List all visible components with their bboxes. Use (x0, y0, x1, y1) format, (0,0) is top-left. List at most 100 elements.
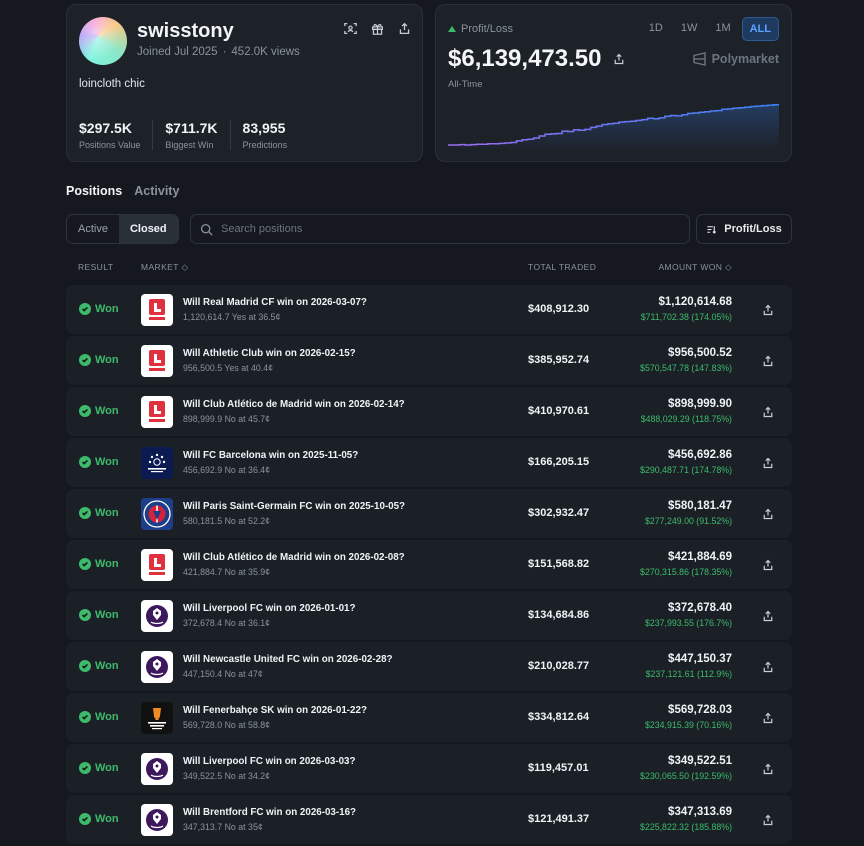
share-icon[interactable] (762, 456, 774, 469)
market-position: 1,120,614.7 Yes at 36.5¢ (183, 312, 281, 322)
stat-biggest-win: $711.7K Biggest Win (165, 120, 231, 150)
profit-amount: $230,065.50 (192.59%) (640, 771, 732, 781)
market-logo (141, 498, 173, 530)
laliga-logo-icon (149, 401, 165, 422)
result-badge: Won (79, 660, 119, 672)
market-title[interactable]: Will Real Madrid CF win on 2026-03-07? (183, 297, 367, 308)
total-traded: $119,457.01 (528, 762, 589, 774)
check-circle-icon (79, 354, 91, 366)
profit-amount: $237,993.55 (176.7%) (644, 618, 732, 628)
market-position: 580,181.5 No at 52.2¢ (183, 516, 271, 526)
market-title[interactable]: Will FC Barcelona win on 2025-11-05? (183, 450, 358, 461)
stat-value: $711.7K (165, 120, 218, 136)
check-circle-icon (79, 558, 91, 570)
table-row[interactable]: Won Will Newcastle United FC win on 2026… (66, 642, 792, 691)
table-row[interactable]: Won Will Liverpool FC win on 2026-03-03?… (66, 744, 792, 793)
market-title[interactable]: Will Liverpool FC win on 2026-01-01? (183, 603, 355, 614)
scan-icon[interactable] (343, 21, 358, 36)
range-tab-1d[interactable]: 1D (642, 17, 670, 41)
gift-icon[interactable] (370, 21, 385, 36)
market-logo (141, 600, 173, 632)
europa-league-logo-icon (148, 708, 166, 730)
joined-date: Joined Jul 2025 (137, 46, 218, 58)
range-tab-all[interactable]: ALL (741, 17, 779, 41)
table-row[interactable]: Won Will Liverpool FC win on 2026-01-01?… (66, 591, 792, 640)
share-icon[interactable] (762, 711, 774, 724)
amount-won: $421,884.69 (668, 551, 732, 563)
result-label: Won (95, 609, 119, 621)
share-icon[interactable] (762, 303, 774, 316)
table-row[interactable]: Won Will Fenerbahçe SK win on 2026-01-22… (66, 693, 792, 742)
share-icon[interactable] (762, 813, 774, 826)
table-row[interactable]: Won Will Club Atlético de Madrid win on … (66, 540, 792, 589)
total-traded: $408,912.30 (528, 303, 590, 315)
total-traded: $210,028.77 (528, 660, 590, 672)
share-icon[interactable] (762, 660, 774, 673)
market-logo (141, 396, 173, 428)
result-label: Won (95, 660, 119, 672)
market-title[interactable]: Will Club Atlético de Madrid win on 2026… (183, 552, 405, 563)
sort-diamond-icon: ◇ (725, 262, 732, 272)
filter-active-button[interactable]: Active (67, 215, 119, 243)
profile-stats: $297.5K Positions Value $711.7K Biggest … (79, 120, 311, 150)
market-title[interactable]: Will Club Atlético de Madrid win on 2026… (183, 399, 405, 410)
table-row[interactable]: Won Will Brentford FC win on 2026-03-16?… (66, 795, 792, 844)
bio: loincloth chic (79, 78, 145, 90)
search-input[interactable] (221, 223, 661, 235)
market-title[interactable]: Will Paris Saint-Germain FC win on 2025-… (183, 501, 405, 512)
market-title[interactable]: Will Fenerbahçe SK win on 2026-01-22? (183, 705, 367, 716)
profile-meta: Joined Jul 2025 · 452.0K views (137, 46, 300, 58)
share-icon[interactable] (762, 609, 774, 622)
total-traded: $302,932.47 (528, 507, 590, 519)
market-position: 447,150.4 No at 47¢ (183, 669, 263, 679)
header-market[interactable]: MARKET ◇ (141, 262, 188, 273)
share-icon[interactable] (397, 21, 412, 36)
market-logo (141, 294, 173, 326)
pnl-period: All-Time (448, 79, 483, 90)
table-row[interactable]: Won Will Club Atlético de Madrid win on … (66, 387, 792, 436)
tab-positions[interactable]: Positions (66, 184, 122, 198)
section-tabs: Positions Activity (66, 184, 179, 198)
market-title[interactable]: Will Newcastle United FC win on 2026-02-… (183, 654, 393, 665)
share-icon[interactable] (762, 507, 774, 520)
table-row[interactable]: Won Will Real Madrid CF win on 2026-03-0… (66, 285, 792, 334)
table-row[interactable]: Won Will Athletic Club win on 2026-02-15… (66, 336, 792, 385)
profit-amount: $570,547.78 (147.83%) (640, 363, 732, 373)
avatar[interactable] (79, 17, 127, 65)
share-icon[interactable] (762, 762, 774, 775)
check-circle-icon (79, 813, 91, 825)
share-icon[interactable] (762, 558, 774, 571)
market-title[interactable]: Will Athletic Club win on 2026-02-15? (183, 348, 356, 359)
share-icon[interactable] (762, 354, 774, 367)
table-row[interactable]: Won Will FC Barcelona win on 2025-11-05?… (66, 438, 792, 487)
share-icon[interactable] (611, 52, 626, 67)
market-title[interactable]: Will Liverpool FC win on 2026-03-03? (183, 756, 355, 767)
laliga-logo-icon (149, 554, 165, 575)
table-row[interactable]: Won Will Paris Saint-Germain FC win on 2… (66, 489, 792, 538)
result-badge: Won (79, 813, 119, 825)
filter-closed-button[interactable]: Closed (118, 215, 178, 243)
range-tab-1m[interactable]: 1M (708, 17, 737, 41)
result-label: Won (95, 711, 119, 723)
result-label: Won (95, 303, 119, 315)
filter-row: Active Closed Profit/Loss (66, 214, 792, 244)
market-title[interactable]: Will Brentford FC win on 2026-03-16? (183, 807, 356, 818)
market-logo (141, 702, 173, 734)
range-tab-1w[interactable]: 1W (674, 17, 705, 41)
header-traded: TOTAL TRADED (528, 262, 597, 272)
market-logo (141, 549, 173, 581)
total-traded: $334,812.64 (528, 711, 590, 723)
amount-won: $347,313.69 (668, 806, 732, 818)
share-icon[interactable] (762, 405, 774, 418)
stat-value: 83,955 (242, 120, 286, 136)
amount-won: $580,181.47 (668, 500, 732, 512)
positions-list: Won Will Real Madrid CF win on 2026-03-0… (66, 285, 792, 846)
header-amount-won[interactable]: AMOUNT WON ◇ (658, 262, 732, 273)
profit-amount: $277,249.00 (91.52%) (644, 516, 732, 526)
header-won-label: AMOUNT WON (658, 262, 723, 272)
premier-league-logo-icon (146, 758, 168, 780)
tab-activity[interactable]: Activity (134, 184, 179, 198)
stat-predictions: 83,955 Predictions (243, 120, 300, 150)
pnl-title: Profit/Loss (448, 23, 513, 35)
sort-button[interactable]: Profit/Loss (696, 214, 792, 244)
